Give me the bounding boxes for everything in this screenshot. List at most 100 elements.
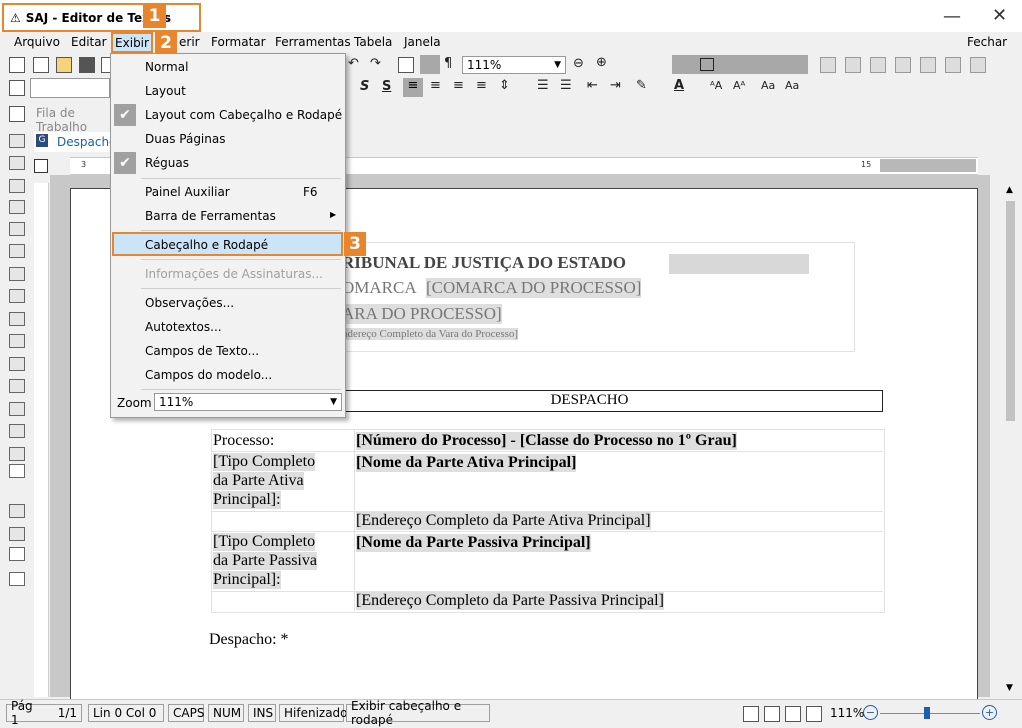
table-insert-icon[interactable] bbox=[820, 57, 836, 73]
scroll-thumb[interactable] bbox=[1006, 201, 1015, 421]
zoom-in-icon[interactable]: ⊕ bbox=[596, 55, 607, 70]
menu-item-layout[interactable]: Layout bbox=[145, 84, 186, 98]
scroll-up-arrow-icon[interactable]: ▲ bbox=[1006, 185, 1013, 195]
menu-fechar[interactable]: Fechar bbox=[967, 35, 1007, 49]
tool-icon-9[interactable] bbox=[9, 312, 25, 326]
tool-icon-1[interactable] bbox=[9, 134, 25, 148]
menu-item-normal[interactable]: Normal bbox=[145, 60, 188, 74]
menu-zoom-combo[interactable]: 111% ▼ bbox=[154, 393, 342, 411]
menu-ferramentas[interactable]: Ferramentas bbox=[275, 35, 351, 49]
menu-exibir[interactable]: Exibir bbox=[111, 32, 153, 53]
increase-indent-icon[interactable]: ⇥ bbox=[610, 78, 621, 93]
menu-inserir[interactable]: erir bbox=[179, 35, 200, 49]
table-row-icon[interactable] bbox=[845, 57, 861, 73]
tool-icon-8[interactable] bbox=[9, 289, 25, 303]
tool-icon-18[interactable] bbox=[9, 527, 25, 541]
tool-icon-4[interactable] bbox=[9, 200, 25, 214]
bullets-icon[interactable]: ☰ bbox=[537, 78, 549, 93]
lock-icon[interactable] bbox=[9, 464, 25, 478]
panel-tool-icon[interactable] bbox=[9, 106, 25, 122]
line-spacing-icon[interactable]: ⇕ bbox=[499, 78, 510, 93]
decrease-indent-icon[interactable]: ⇤ bbox=[587, 78, 598, 93]
save-icon[interactable] bbox=[79, 57, 95, 73]
tool-icon-10[interactable] bbox=[9, 334, 25, 348]
view-layout-icon[interactable] bbox=[764, 706, 780, 722]
zoom-slider-thumb[interactable] bbox=[924, 707, 930, 719]
menu-item-autotexts[interactable]: Autotextos... bbox=[145, 320, 222, 334]
underline-icon[interactable]: S bbox=[382, 79, 391, 94]
zoom-minus-button[interactable]: − bbox=[863, 705, 878, 720]
menu-editar[interactable]: Editar bbox=[71, 35, 107, 49]
menu-item-layout-header-footer[interactable]: Layout com Cabeçalho e Rodapé bbox=[145, 108, 342, 122]
document-tab[interactable]: G Despacho bbox=[34, 132, 116, 152]
menu-janela[interactable]: Janela bbox=[404, 35, 441, 49]
menu-arquivo[interactable]: Arquivo bbox=[14, 35, 60, 49]
strikethrough-icon[interactable]: S bbox=[360, 79, 369, 94]
redo-icon[interactable]: ↷ bbox=[370, 56, 381, 71]
vertical-scrollbar[interactable]: ▲ ▼ bbox=[1003, 183, 1018, 697]
table-col-icon[interactable] bbox=[870, 57, 886, 73]
window-title-box: ⚠ SAJ - Editor de Textos bbox=[2, 3, 201, 32]
open-folder-icon[interactable] bbox=[56, 57, 72, 73]
shrink-font-icon[interactable]: Aᴬ bbox=[733, 79, 745, 92]
menu-item-toolbars[interactable]: Barra de Ferramentas bbox=[145, 209, 276, 223]
undo-icon[interactable]: ↶ bbox=[348, 56, 359, 71]
align-left-icon[interactable]: ≡ bbox=[403, 78, 423, 97]
change-case-icon[interactable]: Aa bbox=[761, 79, 775, 92]
menu-item-text-fields[interactable]: Campos de Texto... bbox=[145, 344, 259, 358]
tool-icon-2[interactable] bbox=[9, 156, 25, 170]
tool-icon-15[interactable] bbox=[9, 447, 25, 461]
pilcrow-icon[interactable]: ¶ bbox=[444, 56, 452, 71]
table-split-icon[interactable] bbox=[920, 57, 936, 73]
vertical-ruler[interactable] bbox=[34, 183, 49, 697]
view-normal-icon[interactable] bbox=[743, 706, 759, 722]
table-align-icon[interactable] bbox=[945, 57, 961, 73]
menu-formatar[interactable]: Formatar bbox=[211, 35, 266, 49]
format-brush-icon[interactable] bbox=[9, 572, 25, 586]
close-button[interactable]: ✕ bbox=[992, 5, 1007, 26]
minimize-button[interactable]: — bbox=[943, 6, 961, 27]
new-document-icon[interactable] bbox=[33, 57, 49, 73]
table-props-icon[interactable] bbox=[970, 57, 986, 73]
menu-item-model-fields[interactable]: Campos do modelo... bbox=[145, 368, 272, 382]
menu-tabela[interactable]: Tabela bbox=[354, 35, 392, 49]
zoom-plus-button[interactable]: + bbox=[982, 705, 997, 720]
tool-icon-13[interactable] bbox=[9, 402, 25, 416]
menu-item-header-footer[interactable]: Cabeçalho e Rodapé bbox=[112, 232, 343, 256]
table-grid-icon[interactable] bbox=[398, 57, 414, 73]
tool-icon-17[interactable] bbox=[9, 504, 25, 518]
menu-item-two-pages[interactable]: Duas Páginas bbox=[145, 132, 225, 146]
justify-icon[interactable]: ≡ bbox=[476, 78, 487, 93]
highlight-icon[interactable]: ✎ bbox=[636, 78, 647, 93]
border-box-icon[interactable] bbox=[700, 58, 714, 71]
work-queue-label[interactable]: Fila de Trabalho bbox=[36, 106, 112, 134]
menu-item-rulers[interactable]: Réguas bbox=[145, 156, 189, 170]
table-merge-icon[interactable] bbox=[895, 57, 911, 73]
change-case-2-icon[interactable]: Aa bbox=[785, 79, 799, 92]
align-right-icon[interactable]: ≡ bbox=[453, 78, 464, 93]
zoom-slider[interactable] bbox=[880, 713, 980, 714]
zoom-combo[interactable]: 111% ▼ bbox=[462, 56, 566, 74]
tool-icon-3[interactable] bbox=[9, 179, 25, 193]
tool-icon-7[interactable] bbox=[9, 267, 25, 281]
tab-stop-selector[interactable] bbox=[34, 159, 48, 173]
tool-icon-5[interactable] bbox=[9, 222, 25, 236]
font-color-icon[interactable]: A bbox=[674, 78, 684, 93]
menu-item-aux-panel[interactable]: Painel Auxiliar bbox=[145, 185, 230, 199]
font-combo[interactable] bbox=[30, 78, 110, 98]
scroll-down-arrow-icon[interactable]: ▼ bbox=[1006, 683, 1013, 693]
view-two-pages-icon[interactable] bbox=[806, 706, 822, 722]
share-icon[interactable] bbox=[9, 547, 25, 561]
tool-icon-6[interactable] bbox=[9, 244, 25, 258]
grow-font-icon[interactable]: ᴬA bbox=[710, 79, 722, 92]
tool-icon-11[interactable] bbox=[9, 357, 25, 371]
tool-icon-12[interactable] bbox=[9, 379, 25, 393]
zoom-out-icon[interactable]: ⊖ bbox=[573, 56, 584, 71]
format-painter-icon[interactable] bbox=[9, 80, 25, 96]
styles-icon[interactable] bbox=[9, 57, 25, 73]
menu-item-observations[interactable]: Observações... bbox=[145, 296, 234, 310]
numbering-icon[interactable]: ☰ bbox=[560, 78, 572, 93]
align-center-icon[interactable]: ≡ bbox=[430, 78, 441, 93]
tool-icon-14[interactable] bbox=[9, 424, 25, 438]
view-header-icon[interactable] bbox=[785, 706, 801, 722]
